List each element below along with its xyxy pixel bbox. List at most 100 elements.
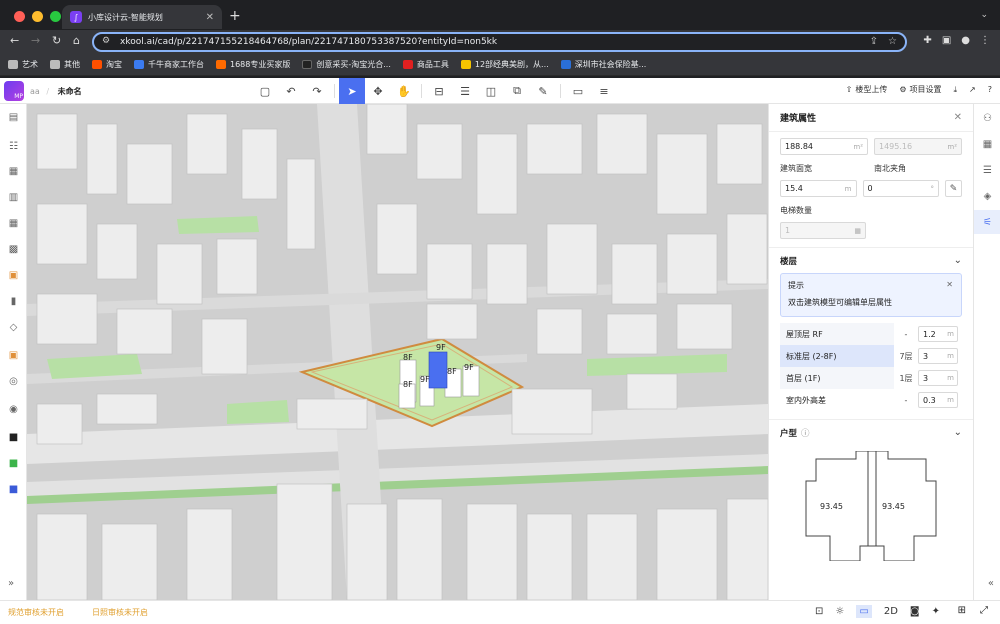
copy-icon[interactable]: ⧉ <box>504 78 530 104</box>
project-settings-button[interactable]: ⚙ 项目设置 <box>899 84 941 95</box>
plugin-green-icon[interactable]: ■ <box>6 456 21 471</box>
sun-icon[interactable]: ☼ <box>835 606 844 617</box>
share-icon[interactable]: ⇪ <box>870 36 878 47</box>
bookmark-item[interactable]: 深圳市社会保险基... <box>560 59 646 70</box>
mode-2d-button[interactable]: 2D <box>884 606 898 617</box>
export-icon[interactable]: ↗ <box>969 85 976 94</box>
download-icon[interactable]: ⤓ <box>954 85 958 95</box>
bookmark-star-icon[interactable]: ☆ <box>888 36 897 47</box>
bookmark-item[interactable]: 其他 <box>50 59 80 70</box>
nodes-icon[interactable]: ⚇ <box>974 106 1000 130</box>
bookmark-item[interactable]: 创意采买-淘宝光合... <box>302 59 391 70</box>
floor-row[interactable]: 屋顶层 RF - 1.2 m <box>769 323 973 345</box>
close-tip-icon[interactable]: ✕ <box>946 280 953 289</box>
file-icon[interactable]: ▢ <box>252 78 278 104</box>
maximize-window-button[interactable] <box>50 11 61 22</box>
unit-plan-diagram[interactable]: 93.45 93.45 <box>796 450 946 562</box>
elevator-count-input[interactable]: 1 ▦ <box>780 222 866 239</box>
comment-icon[interactable]: ▭ <box>565 78 591 104</box>
expand-left-icon[interactable]: » <box>8 578 14 589</box>
floor-row[interactable]: 室内外高差 - 0.3 m <box>769 389 973 411</box>
expand-right-icon[interactable]: « <box>988 578 994 589</box>
table-icon[interactable]: ▦ <box>6 216 21 231</box>
plugin-ai-icon[interactable]: ■ <box>6 430 21 445</box>
undo-icon[interactable]: ↶ <box>278 78 304 104</box>
align-icon[interactable]: ⊟ <box>426 78 452 104</box>
building-width-input[interactable]: 15.4 m <box>780 180 857 197</box>
plugin-blue-icon[interactable]: ■ <box>6 482 21 497</box>
magic-wand-icon[interactable]: ✎ <box>530 78 556 104</box>
new-tab-button[interactable]: + <box>229 8 241 24</box>
select-tool-icon[interactable]: ➤ <box>339 78 365 104</box>
help-icon[interactable]: ? <box>988 85 992 94</box>
mirror-icon[interactable]: ◫ <box>478 78 504 104</box>
plan-name[interactable]: 未命名 <box>58 87 82 96</box>
bookmark-item[interactable]: 艺术 <box>8 59 38 70</box>
building-icon[interactable]: ▥ <box>6 190 21 205</box>
close-panel-icon[interactable]: ✕ <box>954 112 962 123</box>
redo-icon[interactable]: ↷ <box>304 78 330 104</box>
back-icon[interactable]: ← <box>10 34 19 47</box>
floor-height-input[interactable]: 3m <box>918 348 958 364</box>
address-bar[interactable]: ⚙ xkool.ai/cad/p/221747155218464768/plan… <box>92 32 907 52</box>
camera-icon[interactable]: ◙ <box>910 606 920 617</box>
bookmark-item[interactable]: 淘宝 <box>92 59 122 70</box>
extensions-icon[interactable]: ✚ <box>923 35 931 46</box>
selected-building[interactable] <box>428 351 448 389</box>
fit-view-icon[interactable]: ⊞ <box>958 605 966 616</box>
move-tool-icon[interactable]: ✥ <box>365 78 391 104</box>
properties-icon[interactable]: ⚟ <box>974 210 1000 234</box>
app-logo[interactable]: MP <box>4 81 24 101</box>
fullscreen-icon[interactable]: ⤢ <box>980 605 988 616</box>
floor-row[interactable]: 标准层 (2-8F) 7层 3m <box>769 345 973 367</box>
floor-height-input[interactable]: 1.2 m <box>918 326 958 342</box>
profile-avatar[interactable]: ● <box>961 35 970 46</box>
table-icon[interactable]: ▦ <box>974 132 1000 156</box>
floor-height-input[interactable]: 0.3 m <box>918 392 958 408</box>
chart-icon[interactable]: ▮ <box>6 294 21 309</box>
beta-feature-icon[interactable]: ▣ <box>6 348 21 363</box>
unit-type-section-header[interactable]: 户型 ⓘ ⌄ <box>769 419 973 445</box>
pan-hand-icon[interactable]: ✋ <box>391 78 417 104</box>
project-name[interactable]: aa <box>30 87 40 96</box>
3d-viewport[interactable]: 8F 9F 8F 9F 8F 9F <box>27 104 768 600</box>
beta-icon[interactable]: ▣ <box>6 268 21 283</box>
measure-icon[interactable]: ⊡ <box>815 606 823 617</box>
tab-search-icon[interactable]: ⌄ <box>980 10 988 20</box>
minimize-window-button[interactable] <box>32 11 43 22</box>
sunlight-check-status[interactable]: 日照审核未开启 <box>92 607 148 618</box>
model-upload-button[interactable]: ⇧ 楼型上传 <box>846 84 888 95</box>
list-icon[interactable]: ☰ <box>974 158 1000 182</box>
reload-icon[interactable]: ↻ <box>52 34 61 47</box>
forward-icon[interactable]: → <box>31 34 40 47</box>
code-check-status[interactable]: 规范审核未开启 <box>8 607 64 618</box>
home-icon[interactable]: ⌂ <box>73 34 80 47</box>
floor-height-input[interactable]: 3m <box>918 370 958 386</box>
list-icon[interactable]: ≡ <box>591 78 617 104</box>
scan-icon[interactable]: ◎ <box>6 374 21 389</box>
bookmark-item[interactable]: 千牛商家工作台 <box>134 59 204 70</box>
close-window-button[interactable] <box>14 11 25 22</box>
bookmark-item[interactable]: 商品工具 <box>402 59 449 70</box>
layers-icon[interactable]: ☷ <box>6 139 21 154</box>
floor-row[interactable]: 首层 (1F) 1层 3m <box>769 367 973 389</box>
grid-plan-icon[interactable]: ▩ <box>6 242 21 257</box>
cube-icon[interactable]: ◇ <box>6 320 21 335</box>
distribute-icon[interactable]: ☰ <box>452 78 478 104</box>
menu-icon[interactable]: ⋮ <box>980 35 990 46</box>
compass-icon[interactable]: ✦ <box>932 606 940 617</box>
north-angle-input[interactable]: 0 ° <box>862 180 939 197</box>
document-icon[interactable]: ▤ <box>6 110 21 125</box>
target-icon[interactable]: ◉ <box>6 402 21 417</box>
tab-close-icon[interactable]: ✕ <box>206 12 214 23</box>
bookmark-item[interactable]: 1688专业买家版 <box>216 59 290 70</box>
sidebar-icon[interactable]: ▣ <box>942 35 951 46</box>
browser-tab[interactable]: ∫ 小库设计云-智能规划 ✕ <box>62 5 222 29</box>
viewport-frame-icon[interactable]: ▭ <box>856 605 872 618</box>
floor-area-input[interactable]: 188.84 m² <box>780 138 868 155</box>
bookmark-item[interactable]: 12部经典美剧，从... <box>460 59 549 70</box>
info-icon[interactable]: ⓘ <box>801 427 810 439</box>
site-info-icon[interactable]: ⚙ <box>102 36 110 46</box>
layers-icon[interactable]: ◈ <box>974 184 1000 208</box>
angle-picker-icon[interactable]: ✎ <box>945 180 962 197</box>
